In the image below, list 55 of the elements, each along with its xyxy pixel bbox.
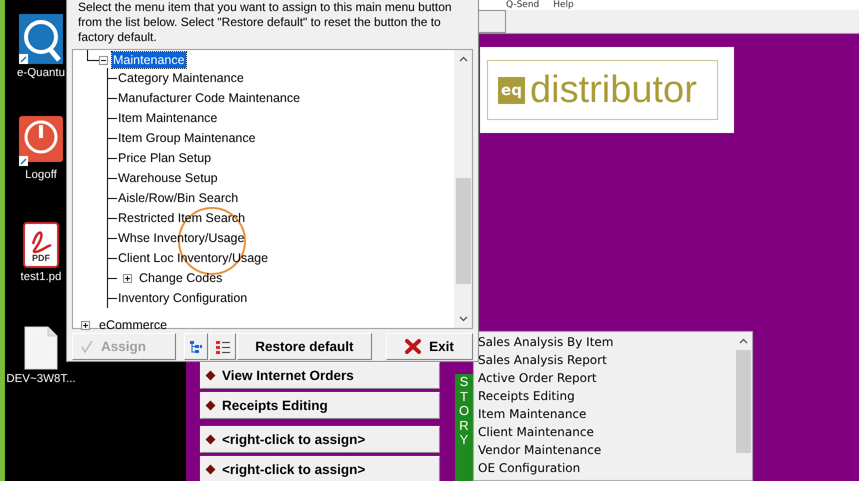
- list-view-button[interactable]: [209, 333, 236, 360]
- restore-default-button[interactable]: Restore default: [236, 333, 372, 360]
- blank-file-icon[interactable]: [24, 326, 58, 370]
- expand-icon[interactable]: [123, 274, 132, 282]
- menu-button[interactable]: <right-click to assign>: [200, 426, 440, 453]
- history-item[interactable]: OE Configuration: [478, 459, 735, 477]
- tree-item[interactable]: Warehouse Setup: [117, 170, 219, 186]
- scroll-down-icon[interactable]: [458, 316, 468, 322]
- tree-item[interactable]: Maintenance: [112, 52, 186, 68]
- menu-button[interactable]: Receipts Editing: [200, 392, 440, 419]
- power-icon[interactable]: [19, 116, 63, 166]
- tree-item[interactable]: Item Maintenance: [117, 110, 218, 126]
- tree-icon: [189, 340, 204, 354]
- desktop-icon-label[interactable]: e-Quantu: [17, 67, 65, 79]
- desktop-icon-label[interactable]: Logoff: [25, 169, 57, 181]
- tree-view-button[interactable]: [184, 333, 208, 360]
- logo-text: distributor: [530, 70, 697, 110]
- tree-item[interactable]: Price Plan Setup: [117, 150, 212, 166]
- scroll-thumb[interactable]: [456, 178, 470, 284]
- history-tab[interactable]: STORY: [455, 374, 473, 481]
- menu-item[interactable]: Q-Send: [506, 0, 540, 10]
- list-icon: [214, 340, 231, 354]
- toolbar-button[interactable]: [478, 10, 506, 33]
- q-app-icon[interactable]: [19, 14, 63, 64]
- history-item[interactable]: Sales Analysis Report: [478, 351, 735, 369]
- collapse-icon[interactable]: [99, 56, 108, 64]
- tree-item[interactable]: Manufacturer Code Maintenance: [117, 90, 302, 106]
- expand-icon[interactable]: [81, 320, 90, 330]
- history-item[interactable]: Active Order Report: [478, 369, 735, 387]
- menu-button[interactable]: <right-click to assign>: [200, 456, 440, 481]
- logo-badge: eq: [498, 76, 525, 104]
- instruction-text: Select the menu item that you want to assign to this main menu button from the list below. Select "Restore default" to reset the button the to factory default.: [77, 0, 453, 46]
- history-item[interactable]: Receipts Editing: [478, 387, 735, 405]
- desktop-icon-label[interactable]: test1.pd: [20, 271, 62, 283]
- history-item[interactable]: Client Maintenance: [478, 423, 735, 441]
- history-item[interactable]: Vendor Maintenance: [478, 441, 735, 459]
- tree-item[interactable]: Category Maintenance: [117, 70, 245, 86]
- history-item[interactable]: Item Maintenance: [478, 405, 735, 423]
- check-icon: [81, 340, 93, 353]
- desktop-icon-label[interactable]: DEV~3W8T...: [6, 373, 76, 385]
- close-icon: [405, 339, 422, 354]
- tree-item[interactable]: Item Group Maintenance: [117, 130, 257, 146]
- menu-button[interactable]: View Internet Orders: [200, 362, 440, 389]
- tree-item[interactable]: Change Codes: [138, 270, 224, 286]
- scrollbar[interactable]: [454, 50, 472, 328]
- history-item[interactable]: Sales Analysis By Item: [478, 333, 735, 351]
- scroll-up-icon[interactable]: [739, 338, 748, 344]
- scroll-up-icon[interactable]: [458, 56, 468, 62]
- scroll-thumb[interactable]: [736, 350, 751, 453]
- menu-item[interactable]: Help: [553, 0, 574, 10]
- pdf-file-icon[interactable]: PDF: [23, 222, 59, 268]
- tree-item[interactable]: eCommerce: [98, 317, 168, 333]
- tree-item[interactable]: Aisle/Row/Bin Search: [117, 190, 240, 206]
- tree-item[interactable]: Inventory Configuration: [117, 290, 248, 306]
- exit-button[interactable]: Exit: [386, 333, 473, 360]
